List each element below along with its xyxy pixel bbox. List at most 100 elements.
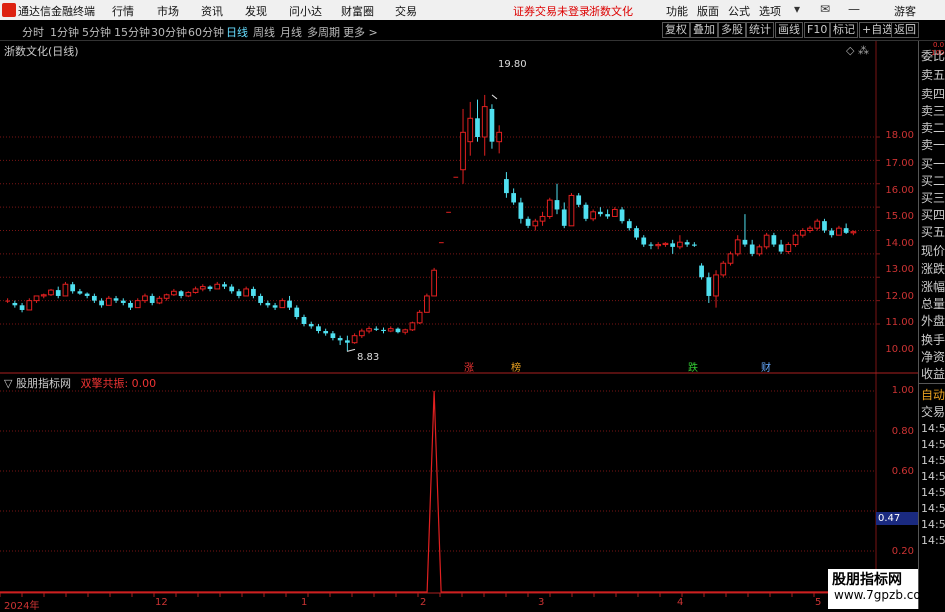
tab-timeshare[interactable]: 分时 <box>22 24 44 40</box>
candle <box>105 297 112 306</box>
candle <box>222 284 227 287</box>
candle <box>792 234 799 246</box>
watermark: 股朋指标网 www.7gpzb.com <box>828 569 932 609</box>
candle <box>814 220 821 229</box>
candle <box>670 243 676 247</box>
tab-60min[interactable]: 60分钟 <box>188 24 224 40</box>
tab-weekly[interactable]: 周线 <box>253 24 275 40</box>
menu-layout[interactable]: 版面 <box>697 3 719 19</box>
candle <box>272 305 278 308</box>
price-tick: 12.00 <box>885 291 914 302</box>
event-financial[interactable]: 财 <box>761 359 771 374</box>
indicator-collapse-icon[interactable]: ▽ <box>4 377 12 390</box>
ask3-label: 卖三 <box>921 104 945 118</box>
event-drop[interactable]: 跌 <box>688 359 698 374</box>
kline-chart[interactable] <box>0 41 918 609</box>
candle <box>395 328 401 333</box>
statistics-button[interactable]: 统计 <box>746 22 774 38</box>
candle <box>128 302 133 308</box>
candle <box>192 288 199 293</box>
candle <box>26 300 33 311</box>
f10-button[interactable]: F10 <box>804 22 831 38</box>
candle <box>785 244 792 253</box>
candle <box>351 335 358 344</box>
event-limit-up[interactable]: 涨 <box>464 359 474 374</box>
trade-time: 14:56 <box>921 534 945 547</box>
earnings-label: 收益 <box>921 367 945 381</box>
candle <box>720 262 727 276</box>
candle <box>229 286 235 292</box>
event-ranking[interactable]: 榜 <box>511 359 521 374</box>
tab-more[interactable]: 更多 > <box>343 24 378 40</box>
tab-multi-period[interactable]: 多周期 <box>307 24 340 40</box>
indicator-current-value: 0.00 <box>131 377 157 390</box>
candle <box>33 295 40 302</box>
candle <box>438 242 444 244</box>
x-axis-label: 12 <box>155 597 168 608</box>
price-tick: 14.00 <box>885 238 914 249</box>
candle <box>70 284 76 292</box>
candle <box>323 331 329 334</box>
candle <box>431 269 437 297</box>
candle <box>134 300 141 309</box>
candle <box>583 204 589 219</box>
tab-daily[interactable]: 日线 <box>226 24 248 40</box>
tab-5min[interactable]: 5分钟 <box>82 24 111 40</box>
x-axis-label: 3 <box>538 597 545 608</box>
back-button[interactable]: 返回 <box>891 22 919 38</box>
candle <box>446 211 451 213</box>
x-axis-label: 2 <box>420 597 427 608</box>
menu-market[interactable]: 市场 <box>157 3 179 19</box>
candle <box>532 220 539 227</box>
change-pct-label: 涨幅 <box>921 280 945 294</box>
quote-side-panel: 0.0 1000 委比 卖五 卖四 卖三 卖二 卖一 买一 买二 买三 买四 买… <box>918 41 945 609</box>
indicator-name[interactable]: 股朋指标网 <box>16 377 71 390</box>
menu-options[interactable]: 选项 <box>759 3 781 19</box>
candle <box>691 244 697 246</box>
menu-quotes[interactable]: 行情 <box>112 3 134 19</box>
user-label[interactable]: 游客 <box>894 3 916 19</box>
menu-news[interactable]: 资讯 <box>201 3 223 19</box>
tab-1min[interactable]: 1分钟 <box>50 24 79 40</box>
candle <box>684 242 690 245</box>
price-tick: 17.00 <box>885 158 914 169</box>
indicator-tick: 0.60 <box>891 466 914 477</box>
candle <box>807 227 813 232</box>
tab-monthly[interactable]: 月线 <box>280 24 302 40</box>
mark-button[interactable]: 标记 <box>830 22 858 38</box>
menu-formula[interactable]: 公式 <box>728 3 750 19</box>
multi-stock-button[interactable]: 多股 <box>718 22 746 38</box>
candle <box>345 340 350 343</box>
candle <box>207 286 213 289</box>
overlay-button[interactable]: 叠加 <box>690 22 718 38</box>
menu-trade[interactable]: 交易 <box>395 3 417 19</box>
watermark-url: www.7gpzb.com <box>834 588 933 602</box>
candle <box>460 131 466 171</box>
chart-zoom-icons[interactable]: ◇ ⁂ <box>846 44 869 57</box>
price-tick: 13.00 <box>885 264 914 275</box>
menu-wealth[interactable]: 财富圈 <box>341 3 374 19</box>
auto-label[interactable]: 自动 <box>921 386 945 403</box>
price-tick: 16.00 <box>885 185 914 196</box>
candle <box>358 330 365 337</box>
menu-discover[interactable]: 发现 <box>245 3 267 19</box>
x-axis-label: 5 <box>815 597 822 608</box>
menu-assistant[interactable]: 问小达 <box>289 3 322 19</box>
candle <box>199 286 206 290</box>
menu-function[interactable]: 功能 <box>666 3 688 19</box>
restore-rights-button[interactable]: 复权 <box>662 22 690 38</box>
draw-line-button[interactable]: 画线 <box>775 22 803 38</box>
message-icon[interactable]: ✉ <box>820 2 830 16</box>
candle <box>77 291 83 294</box>
minimize-icon[interactable]: — <box>848 2 860 16</box>
candle <box>416 311 423 324</box>
candle <box>742 239 748 245</box>
tab-30min[interactable]: 30分钟 <box>151 24 187 40</box>
ask1-label: 卖一 <box>921 138 945 152</box>
trade-time: 14:56 <box>921 518 945 531</box>
candle <box>504 179 509 194</box>
shirt-icon[interactable]: ▾ <box>794 2 800 16</box>
candle <box>598 211 603 215</box>
tab-15min[interactable]: 15分钟 <box>114 24 150 40</box>
login-warning[interactable]: 证券交易未登录 <box>513 3 590 19</box>
